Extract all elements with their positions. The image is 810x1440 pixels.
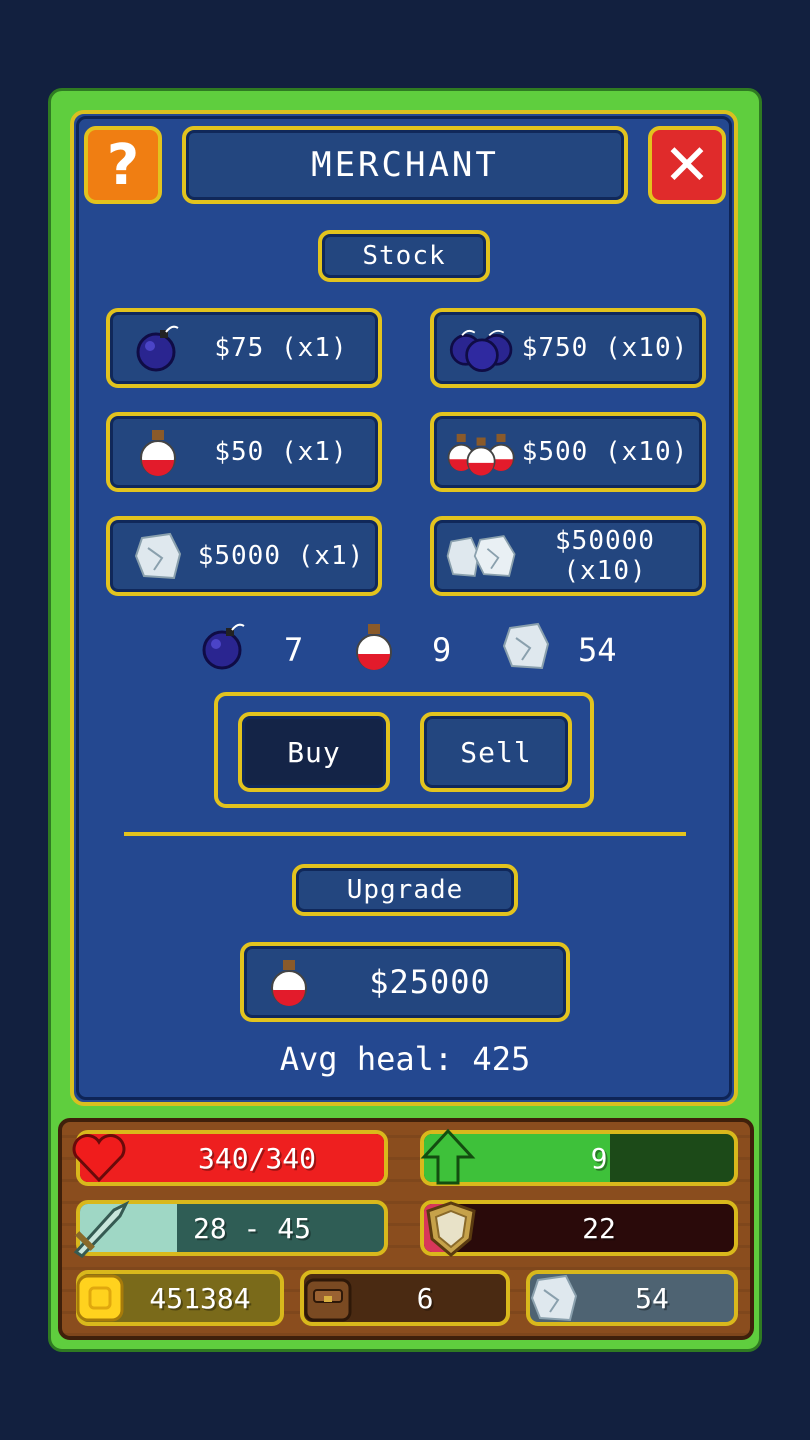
buy-crystal-x1-button[interactable]: $5000 (x1) xyxy=(106,516,382,596)
potion-icon xyxy=(120,424,196,480)
crystal-icon xyxy=(524,1268,584,1328)
stock-label: Stock xyxy=(318,230,490,282)
crystals-icon xyxy=(444,528,520,584)
sword-icon xyxy=(68,1196,134,1258)
potions-icon xyxy=(444,424,520,480)
divider xyxy=(124,832,686,836)
crystal-icon xyxy=(498,618,554,682)
sell-tab[interactable]: Sell xyxy=(420,712,572,792)
close-icon: ✕ xyxy=(663,132,711,198)
upgrade-label: Upgrade xyxy=(292,864,518,916)
inventory-bombs: 7 xyxy=(196,618,303,682)
gold-coin-icon xyxy=(72,1270,128,1326)
bomb-icon xyxy=(196,618,252,682)
buy-potion-x1-button[interactable]: $50 (x1) xyxy=(106,412,382,492)
bomb-icon xyxy=(120,320,196,376)
page-title: MERCHANT xyxy=(182,126,628,204)
buy-tab[interactable]: Buy xyxy=(238,712,390,792)
inventory-crystals: 54 xyxy=(498,618,617,682)
buy-bomb-x10-button[interactable]: $750 (x10) xyxy=(430,308,706,388)
buy-crystal-x10-button[interactable]: $50000 (x10) xyxy=(430,516,706,596)
close-button[interactable]: ✕ xyxy=(648,126,726,204)
inventory-potions: 9 xyxy=(350,618,451,682)
bag-icon xyxy=(298,1266,358,1328)
help-button[interactable]: ? xyxy=(84,126,162,204)
question-icon: ? xyxy=(106,132,140,198)
potion-icon xyxy=(254,954,324,1010)
potion-icon xyxy=(350,618,398,682)
buy-potion-x10-button[interactable]: $500 (x10) xyxy=(430,412,706,492)
crystal-icon xyxy=(120,528,196,584)
shield-icon xyxy=(420,1198,482,1260)
upgrade-potion-button[interactable]: $25000 xyxy=(240,942,570,1022)
inventory-row: 7 9 54 xyxy=(0,618,810,680)
bombs-icon xyxy=(444,320,520,376)
heart-icon xyxy=(70,1128,128,1188)
avg-heal-text: Avg heal: 425 xyxy=(279,1040,531,1078)
buy-bomb-x1-button[interactable]: $75 (x1) xyxy=(106,308,382,388)
level-up-arrow-icon xyxy=(418,1126,478,1188)
